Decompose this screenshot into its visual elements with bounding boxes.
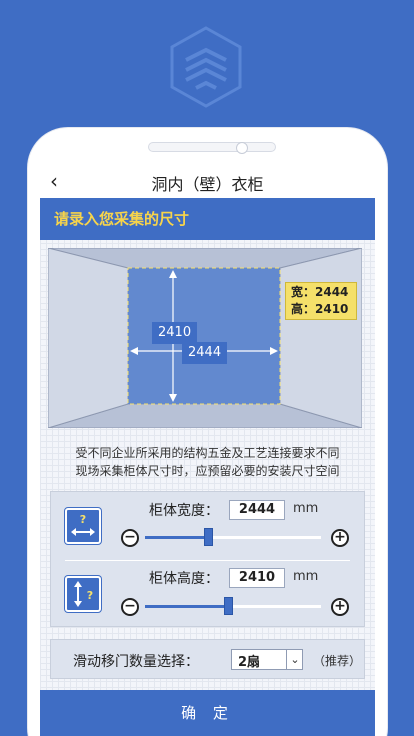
height-decrease-button[interactable]: − <box>121 598 139 616</box>
width-decrease-button[interactable]: − <box>121 529 139 547</box>
app-screen: ‹ 洞内（壁）衣柜 请录入您采集的尺寸 2410 2444 宽：2444 高：2… <box>40 165 375 736</box>
width-help-icon[interactable]: ? <box>65 508 101 544</box>
room-perspective <box>48 248 362 428</box>
notice-line-1: 受不同企业所采用的结构五金及工艺连接要求不同 <box>75 446 340 460</box>
width-label: 柜体宽度： <box>149 503 219 519</box>
confirm-button[interactable]: 确 定 <box>40 690 375 736</box>
nav-bar: ‹ 洞内（壁）衣柜 <box>40 165 375 198</box>
size-width-line: 宽：2444 <box>291 285 349 299</box>
height-slider-thumb[interactable] <box>223 597 233 615</box>
chevron-down-icon[interactable]: ⌄ <box>286 650 303 669</box>
width-value-input[interactable]: 2444 <box>229 500 285 520</box>
door-count-value: 2扇 <box>238 655 261 670</box>
height-slider-fill <box>145 605 228 608</box>
width-unit: mm <box>293 501 319 516</box>
height-unit: mm <box>293 569 319 584</box>
height-help-icon[interactable]: ? <box>65 576 101 612</box>
width-slider-track[interactable] <box>145 536 321 539</box>
width-dimension-label: 2444 <box>182 342 228 364</box>
section-header: 请录入您采集的尺寸 <box>40 198 375 240</box>
dimension-panel: ? 柜体宽度： 2444 mm − + ? 柜体高度： 2410 mm − + <box>50 491 365 627</box>
door-count-panel: 滑动移门数量选择： 2扇 ⌄ （推荐） <box>50 639 365 679</box>
recommend-note: （推荐） <box>313 654 362 668</box>
svg-text:?: ? <box>80 513 86 526</box>
height-value-input[interactable]: 2410 <box>229 568 285 588</box>
notice-text: 受不同企业所采用的结构五金及工艺连接要求不同 现场采集柜体尺寸时，应预留必要的安… <box>40 444 375 480</box>
width-slider-fill <box>145 536 209 539</box>
app-logo <box>170 26 242 108</box>
height-label: 柜体高度： <box>149 571 219 587</box>
panel-divider <box>65 560 350 561</box>
size-summary-box: 宽：2444 高：2410 <box>285 282 357 320</box>
room-diagram: 2410 2444 宽：2444 高：2410 <box>48 248 362 428</box>
width-slider-thumb[interactable] <box>204 528 214 546</box>
size-height-line: 高：2410 <box>291 302 349 316</box>
phone-speaker <box>148 142 276 152</box>
notice-line-2: 现场采集柜体尺寸时，应预留必要的安装尺寸空间 <box>75 464 340 478</box>
page-title: 洞内（壁）衣柜 <box>151 175 264 194</box>
height-increase-button[interactable]: + <box>331 598 349 616</box>
height-slider-track[interactable] <box>145 605 321 608</box>
door-count-select[interactable]: 2扇 ⌄ <box>231 649 303 670</box>
width-increase-button[interactable]: + <box>331 529 349 547</box>
phone-camera <box>236 142 248 154</box>
phone-frame: ‹ 洞内（壁）衣柜 请录入您采集的尺寸 2410 2444 宽：2444 高：2… <box>28 128 387 736</box>
svg-text:?: ? <box>87 589 93 602</box>
section-title: 请录入您采集的尺寸 <box>54 210 190 228</box>
door-count-label: 滑动移门数量选择： <box>73 654 199 670</box>
height-dimension-label: 2410 <box>152 322 198 344</box>
